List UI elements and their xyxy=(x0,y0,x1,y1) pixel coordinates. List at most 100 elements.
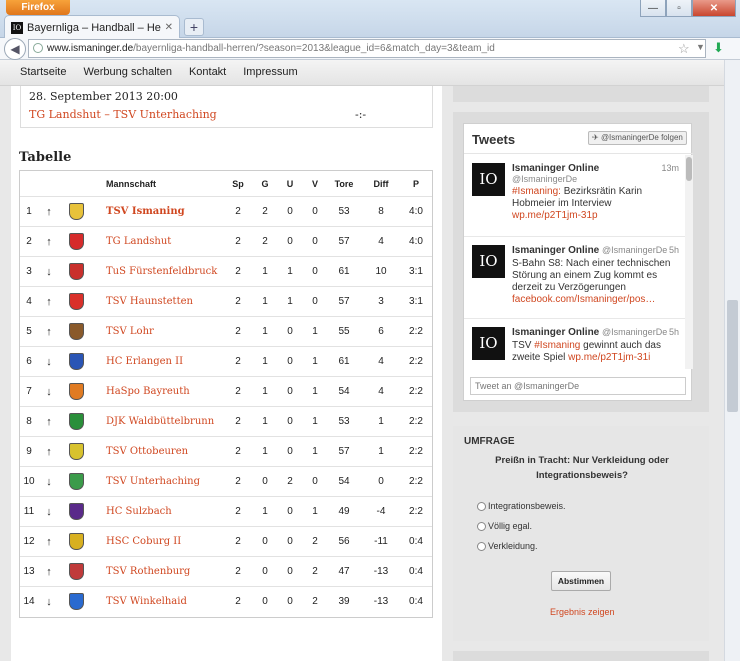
club-crest-icon xyxy=(68,502,84,520)
points-cell: 2:2 xyxy=(409,326,423,337)
team-link[interactable]: TuS Fürstenfeldbruck xyxy=(106,257,236,287)
url-bar[interactable]: www.ismaninger.de/bayernliga-handball-he… xyxy=(28,39,706,58)
browser-tab[interactable]: IO Bayernliga – Handball – Herren – Isma… xyxy=(4,15,180,39)
team-link[interactable]: TSV Winkelhaid xyxy=(106,587,236,617)
diff-cell: 10 xyxy=(375,266,387,277)
g-cell: 0 xyxy=(262,566,268,577)
tweet-input[interactable]: Tweet an @IsmaningerDe xyxy=(470,377,686,395)
poll-option[interactable]: Verkleidung. xyxy=(477,541,538,551)
col-header-g: G xyxy=(261,179,269,189)
new-tab-button[interactable]: + xyxy=(184,18,204,36)
tweet-hashtag[interactable]: #Ismaning xyxy=(534,340,580,351)
table-row: 14 ↓ TSV Winkelhaid 2 0 0 2 39 -13 0:4 xyxy=(20,587,432,617)
table-row: 7 ↓ HaSpo Bayreuth 2 1 0 1 54 4 2:2 xyxy=(20,377,432,407)
url-host: www.ismaninger.de xyxy=(47,43,134,54)
team-link[interactable]: HC Erlangen II xyxy=(106,347,236,377)
tweet-link[interactable]: wp.me/p2T1jm-31p xyxy=(512,210,598,221)
sp-cell: 2 xyxy=(235,236,241,247)
tweets-scrollbar[interactable] xyxy=(685,155,693,369)
trend-arrow-icon: ↑ xyxy=(46,326,52,338)
team-logo-icon xyxy=(66,437,86,467)
g-cell: 1 xyxy=(262,326,268,337)
tweet-author[interactable]: Ismaninger Online @IsmaningerDe xyxy=(512,245,667,256)
menu-item-werbung[interactable]: Werbung schalten xyxy=(83,60,171,85)
team-logo-icon xyxy=(66,257,86,287)
team-logo-icon xyxy=(66,527,86,557)
radio-icon[interactable] xyxy=(477,521,486,531)
avatar[interactable]: IO xyxy=(472,163,505,196)
club-crest-icon xyxy=(68,292,84,310)
tweet-time[interactable]: 13m xyxy=(661,163,679,173)
maximize-icon[interactable]: ▫ xyxy=(666,0,692,17)
g-cell: 2 xyxy=(262,236,268,247)
trend-arrow-icon: ↓ xyxy=(46,266,52,278)
team-link[interactable]: TSV Lohr xyxy=(106,317,236,347)
standings-table: Mannschaft Sp G U V Tore Diff P 1 ↑ TSV Is… xyxy=(19,170,433,618)
poll-results-link[interactable]: Ergebnis zeigen xyxy=(550,607,615,617)
team-link[interactable]: TSV Ismaning xyxy=(106,197,236,227)
team-link[interactable]: TSV Ottobeuren xyxy=(106,437,236,467)
radio-icon[interactable] xyxy=(477,501,486,511)
tore-cell: 61 xyxy=(338,266,350,277)
site-menu: Startseite Werbung schalten Kontakt Impr… xyxy=(0,60,724,86)
tweet-hashtag[interactable]: #Ismaning: xyxy=(512,186,561,197)
sp-cell: 2 xyxy=(235,296,241,307)
u-cell: 1 xyxy=(287,266,293,277)
team-link[interactable]: TSV Haunstetten xyxy=(106,287,236,317)
tweet-handle: @IsmaningerDe xyxy=(512,174,578,184)
diff-cell: -11 xyxy=(374,536,388,547)
tweet-item: IO Ismaninger Online @IsmaningerDe 5h TS… xyxy=(464,319,685,369)
sp-cell: 2 xyxy=(235,566,241,577)
match-teams-link[interactable]: TG Landshut – TSV Unterhaching xyxy=(29,108,217,121)
col-header-tore: Tore xyxy=(334,179,354,189)
poll-option[interactable]: Völlig egal. xyxy=(477,521,532,531)
menu-item-startseite[interactable]: Startseite xyxy=(20,60,66,85)
menu-item-kontakt[interactable]: Kontakt xyxy=(189,60,226,85)
tweet-time[interactable]: 5h xyxy=(669,245,679,255)
team-link[interactable]: HaSpo Bayreuth xyxy=(106,377,236,407)
match-score: -:- xyxy=(355,108,367,121)
download-icon[interactable]: ⬇ xyxy=(713,40,724,56)
tweet-link[interactable]: facebook.com/Ismaninger/pos… xyxy=(512,294,655,305)
radio-icon[interactable] xyxy=(477,541,486,551)
firefox-menu-button[interactable]: Firefox xyxy=(6,0,70,15)
avatar[interactable]: IO xyxy=(472,245,505,278)
points-cell: 4:0 xyxy=(409,206,423,217)
poll-option[interactable]: Integrationsbeweis. xyxy=(477,501,566,511)
page-scrollbar[interactable] xyxy=(724,60,740,661)
back-arrow-icon[interactable]: ◀ xyxy=(4,38,26,60)
follow-button[interactable]: ✈ @IsmaningerDe folgen xyxy=(588,131,687,145)
team-logo-icon xyxy=(66,317,86,347)
team-link[interactable]: HC Sulzbach xyxy=(106,497,236,527)
tweets-scroll-thumb[interactable] xyxy=(686,157,692,181)
tore-cell: 55 xyxy=(338,326,350,337)
tweet-time[interactable]: 5h xyxy=(669,327,679,337)
vote-button[interactable]: Abstimmen xyxy=(551,571,611,591)
team-logo-icon xyxy=(66,467,86,497)
team-link[interactable]: HSC Coburg II xyxy=(106,527,236,557)
tweet-link[interactable]: wp.me/p2T1jm-31i xyxy=(568,352,650,363)
col-header-v: V xyxy=(311,179,318,189)
v-cell: 1 xyxy=(312,356,318,367)
tweet-author[interactable]: Ismaninger Online @IsmaningerDe xyxy=(512,163,599,185)
col-header-team: Mannschaft xyxy=(106,179,157,189)
club-crest-icon xyxy=(68,532,84,550)
col-header-sp: Sp xyxy=(232,179,244,189)
tweet-author[interactable]: Ismaninger Online @IsmaningerDe xyxy=(512,327,667,338)
points-cell: 2:2 xyxy=(409,386,423,397)
close-icon[interactable]: ✕ xyxy=(692,0,736,17)
menu-item-impressum[interactable]: Impressum xyxy=(243,60,297,85)
team-link[interactable]: DJK Waldbüttelbrunn xyxy=(106,407,236,437)
minimize-icon[interactable]: — xyxy=(640,0,666,17)
avatar[interactable]: IO xyxy=(472,327,505,360)
points-cell: 0:4 xyxy=(409,596,423,607)
tab-close-icon[interactable]: ✕ xyxy=(165,22,173,33)
chevron-down-icon[interactable]: ▼ xyxy=(696,42,705,52)
tweet-item: IO Ismaninger Online @IsmaningerDe 5h S-… xyxy=(464,237,685,319)
trend-arrow-icon: ↓ xyxy=(46,476,52,488)
star-icon[interactable]: ☆ xyxy=(678,41,690,57)
team-link[interactable]: TG Landshut xyxy=(106,227,236,257)
team-link[interactable]: TSV Unterhaching xyxy=(106,467,236,497)
page-scroll-thumb[interactable] xyxy=(727,300,738,412)
team-link[interactable]: TSV Rothenburg xyxy=(106,557,236,587)
